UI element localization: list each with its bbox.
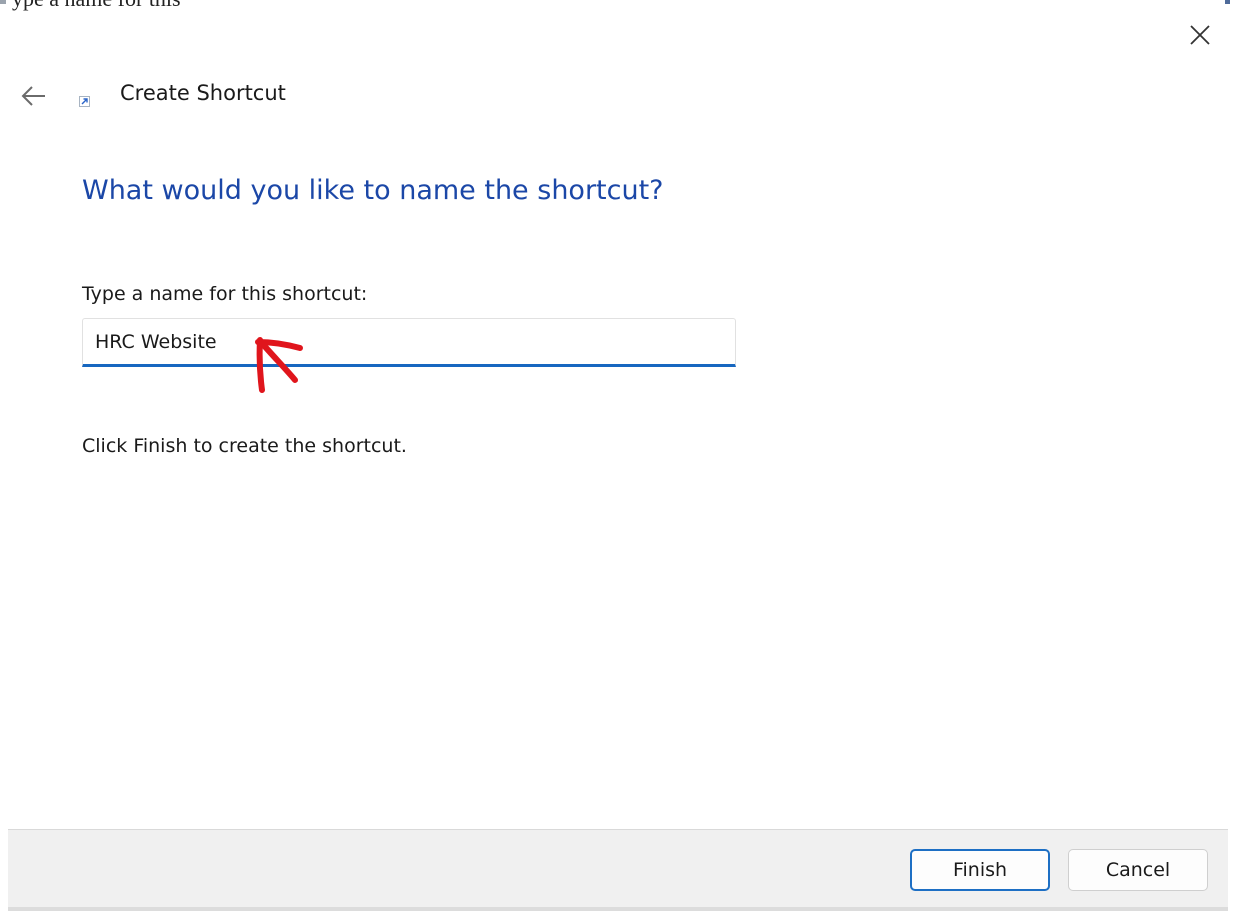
window-frame-corner-left bbox=[0, 0, 6, 4]
finish-button[interactable]: Finish bbox=[910, 849, 1050, 891]
footer-left-edge bbox=[0, 829, 8, 911]
background-window-text: ype a name for this bbox=[12, 0, 181, 12]
shortcut-name-label: Type a name for this shortcut: bbox=[82, 283, 368, 305]
close-button[interactable] bbox=[1180, 17, 1220, 53]
back-arrow-icon bbox=[21, 86, 45, 106]
window-bottom-edge bbox=[8, 907, 1228, 911]
finish-hint-text: Click Finish to create the shortcut. bbox=[82, 435, 407, 457]
shortcut-name-input[interactable] bbox=[82, 318, 736, 367]
window-frame-corner-right bbox=[1225, 0, 1230, 4]
close-icon bbox=[1190, 25, 1210, 45]
shortcut-icon bbox=[79, 96, 90, 107]
red-arrow-annotation-icon bbox=[255, 337, 303, 393]
cancel-button[interactable]: Cancel bbox=[1068, 849, 1208, 891]
create-shortcut-window: ype a name for this Create Shortcut What… bbox=[0, 0, 1236, 911]
back-button[interactable] bbox=[14, 78, 54, 114]
page-heading: What would you like to name the shortcut… bbox=[82, 175, 664, 206]
wizard-title: Create Shortcut bbox=[120, 81, 286, 105]
